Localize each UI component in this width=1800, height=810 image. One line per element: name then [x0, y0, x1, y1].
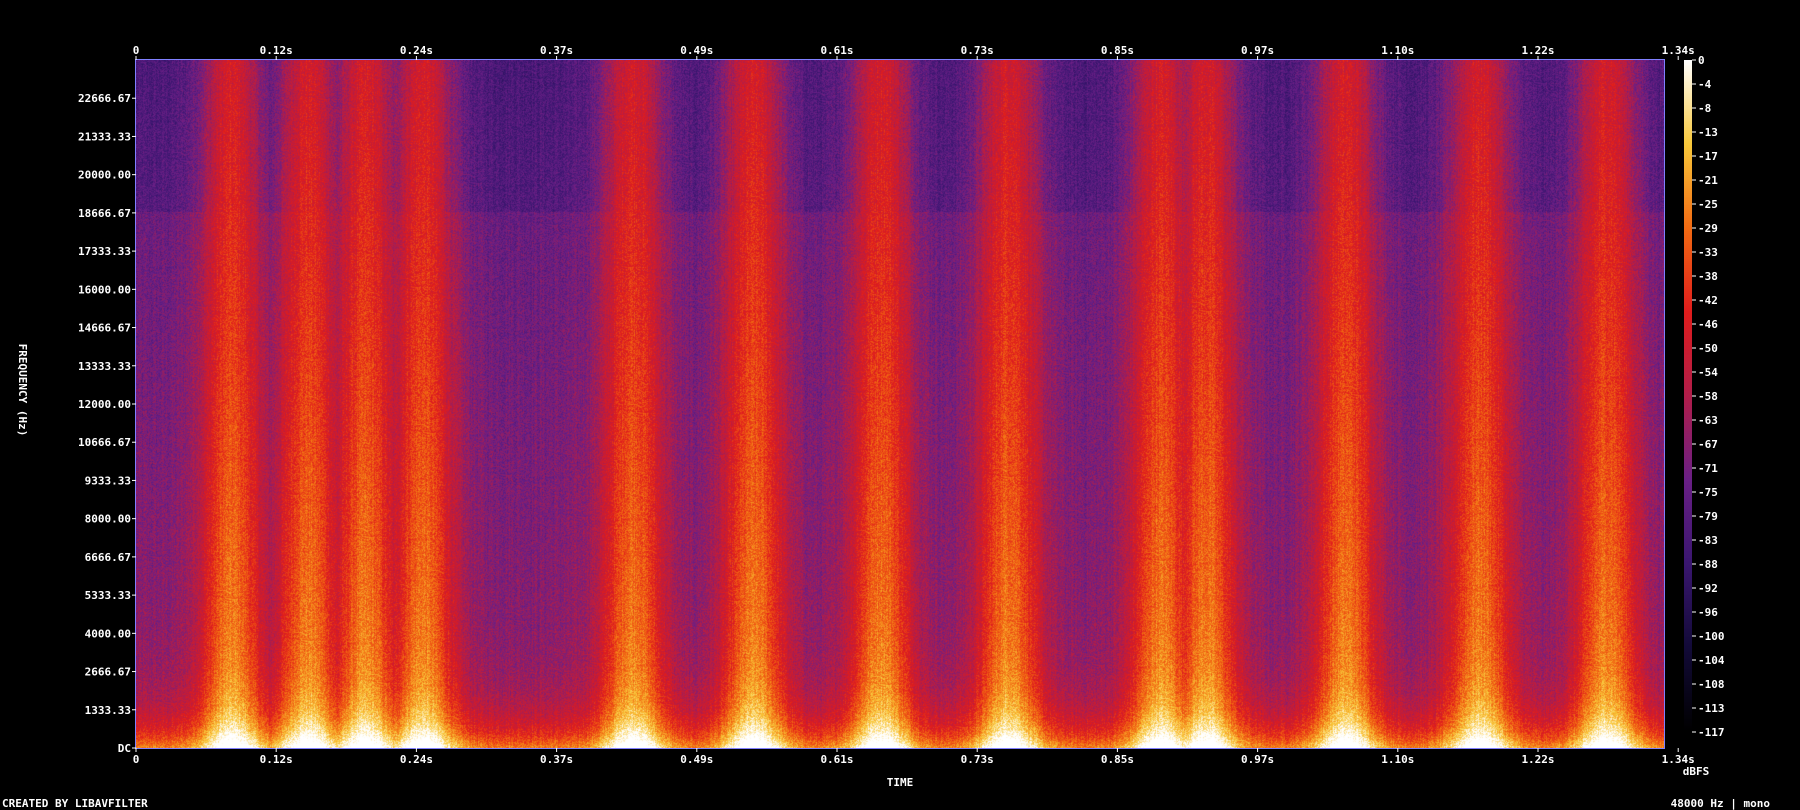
x-tick-label-top: 1.34s [1662, 44, 1695, 57]
y-tick-label: 1333.33 [85, 704, 131, 717]
colorbar-tick-label: 0 [1698, 54, 1705, 67]
colorbar-tick-label: -8 [1698, 102, 1711, 115]
x-tick-label-top: 0.24s [400, 44, 433, 57]
y-tick-label: 22666.67 [78, 92, 131, 105]
colorbar-tick-label: -17 [1698, 150, 1718, 163]
x-tick-label-bottom: 0.49s [680, 753, 713, 766]
x-tick-label-bottom: 0.24s [400, 753, 433, 766]
x-tick-label-bottom: 0.12s [260, 753, 293, 766]
colorbar-tick-label: -63 [1698, 414, 1718, 427]
y-tick-label: 9333.33 [85, 474, 131, 487]
x-tick-label-top: 1.10s [1381, 44, 1414, 57]
colorbar-tick-label: -42 [1698, 294, 1718, 307]
colorbar-tick-label: -13 [1698, 126, 1718, 139]
x-tick-label-top: 0.85s [1101, 44, 1134, 57]
colorbar-tick-label: -75 [1698, 486, 1718, 499]
y-tick-label: DC [118, 742, 131, 755]
y-tick-label: 12000.00 [78, 398, 131, 411]
spectrogram-plot [136, 60, 1664, 748]
y-tick-label: 6666.67 [85, 551, 131, 564]
colorbar-tick-label: -58 [1698, 390, 1718, 403]
x-tick-label-bottom: 1.22s [1521, 753, 1554, 766]
x-tick-label-bottom: 0 [133, 753, 140, 766]
colorbar-tick-label: -29 [1698, 222, 1718, 235]
credit-text: CREATED BY LIBAVFILTER [2, 797, 148, 810]
x-tick-label-top: 0.49s [680, 44, 713, 57]
colorbar-tick-label: -104 [1698, 654, 1725, 667]
colorbar-tick-label: -4 [1698, 78, 1712, 91]
colorbar-tick-label: -113 [1698, 702, 1725, 715]
colorbar-tick-label: -117 [1698, 726, 1725, 739]
x-axis-title: TIME [887, 776, 914, 789]
colorbar-label: dBFS [1683, 765, 1710, 778]
colorbar-tick-label: -92 [1698, 582, 1718, 595]
colorbar-tick-label: -88 [1698, 558, 1718, 571]
x-tick-label-bottom: 0.61s [820, 753, 853, 766]
x-tick-label-top: 0.61s [820, 44, 853, 57]
colorbar-tick-label: -79 [1698, 510, 1718, 523]
colorbar-tick-label: -108 [1698, 678, 1725, 691]
x-tick-label-top: 0.97s [1241, 44, 1274, 57]
y-tick-label: 20000.00 [78, 169, 131, 182]
colorbar-tick-label: -21 [1698, 174, 1718, 187]
y-tick-label: 8000.00 [85, 513, 131, 526]
x-tick-label-top: 1.22s [1521, 44, 1554, 57]
y-tick-label: 18666.67 [78, 207, 131, 220]
x-tick-label-bottom: 0.37s [540, 753, 573, 766]
y-tick-label: 16000.00 [78, 283, 131, 296]
x-tick-label-bottom: 0.73s [961, 753, 994, 766]
x-tick-label-top: 0 [133, 44, 140, 57]
y-tick-label: 17333.33 [78, 245, 131, 258]
x-tick-label-bottom: 0.97s [1241, 753, 1274, 766]
colorbar-tick-label: -38 [1698, 270, 1718, 283]
y-tick-label: 10666.67 [78, 436, 131, 449]
x-tick-label-top: 0.37s [540, 44, 573, 57]
colorbar-tick-label: -100 [1698, 630, 1725, 643]
colorbar-tick-label: -71 [1698, 462, 1718, 475]
format-info-text: 48000 Hz | mono [1670, 797, 1770, 810]
colorbar-tick-label: -83 [1698, 534, 1718, 547]
y-tick-label: 14666.67 [78, 322, 131, 335]
y-tick-label: 2666.67 [85, 666, 131, 679]
colorbar-tick-label: -67 [1698, 438, 1718, 451]
y-axis-title: FREQUENCY (Hz) [16, 344, 29, 437]
x-tick-label-top: 0.12s [260, 44, 293, 57]
colorbar-tick-label: -96 [1698, 606, 1718, 619]
colorbar-tick-label: -50 [1698, 342, 1718, 355]
colorbar-tick-label: -33 [1698, 246, 1718, 259]
colorbar-tick-label: -25 [1698, 198, 1718, 211]
colorbar-gradient [1684, 60, 1692, 732]
spectrogram-figure: 0 0 0.12s 0.12s 0.24s 0.24s 0.37s 0.37s 0.49s 0.4… [0, 0, 1800, 810]
y-tick-label: 5333.33 [85, 589, 131, 602]
x-tick-label-bottom: 1.10s [1381, 753, 1414, 766]
y-tick-label: 21333.33 [78, 130, 131, 143]
colorbar-tick-label: -54 [1698, 366, 1718, 379]
y-tick-label: 4000.00 [85, 627, 131, 640]
y-tick-label: 13333.33 [78, 360, 131, 373]
colorbar-tick-label: -46 [1698, 318, 1718, 331]
x-tick-label-bottom: 0.85s [1101, 753, 1134, 766]
x-tick-label-top: 0.73s [961, 44, 994, 57]
